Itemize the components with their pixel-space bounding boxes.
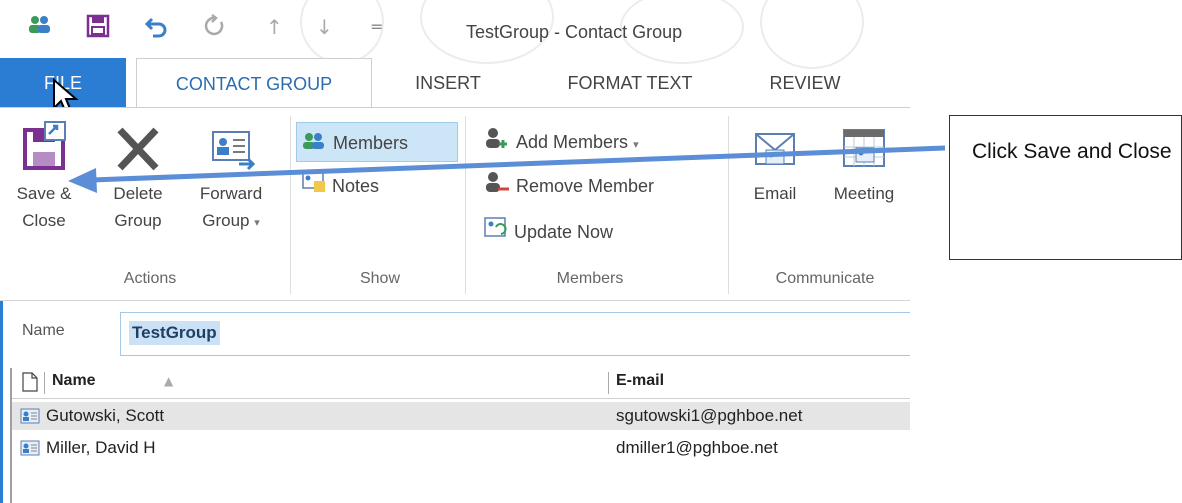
callout-text: Click Save and Close [972,140,1172,163]
instruction-callout: Click Save and Close [949,115,1182,260]
